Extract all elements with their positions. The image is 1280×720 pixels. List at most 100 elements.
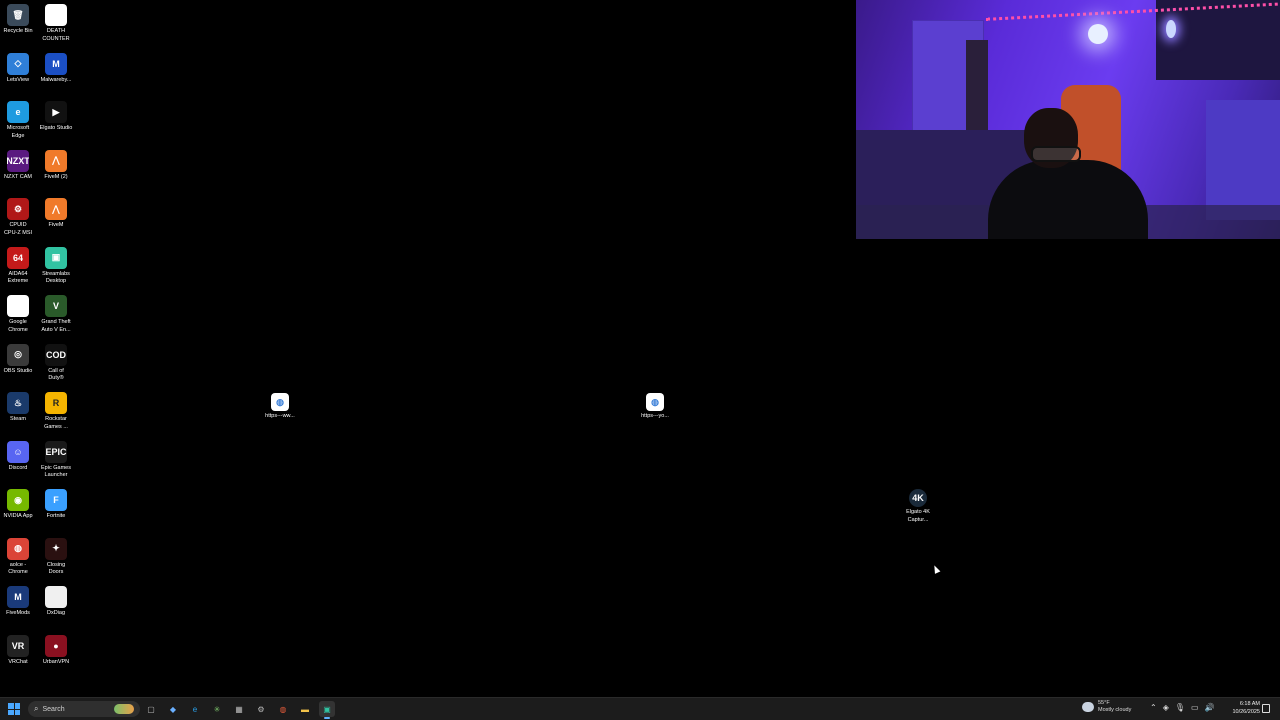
taskbar-settings-icon[interactable]: ⚙ <box>253 701 269 717</box>
taskbar-store-icon[interactable]: ▦ <box>231 701 247 717</box>
app-icon: ▶ <box>45 101 67 123</box>
app-icon: NZXT <box>7 149 29 172</box>
clock[interactable]: 6:18 AM 10/26/2025 <box>1224 700 1260 716</box>
clock-time: 6:18 AM <box>1239 701 1260 707</box>
taskbar-search[interactable]: ⌕ Search <box>28 701 140 717</box>
desktop-icon-label: Elgato Studio <box>39 125 73 131</box>
shortcut-icon: 4K <box>909 489 927 507</box>
desktop-icon[interactable]: M FiveMods <box>0 586 38 618</box>
desktop-icon-label: UrbanVPN <box>42 658 70 665</box>
taskbar-copilot-icon[interactable]: ◆ <box>165 701 181 717</box>
app-icon: R <box>45 392 67 414</box>
desktop-icon[interactable]: M Malwareby... <box>36 52 76 85</box>
desktop-icon-label: DEATH COUNTER <box>42 28 70 42</box>
desktop-icon[interactable]: COD Call of Duty® <box>36 343 76 383</box>
app-icon: ♨ <box>7 392 29 414</box>
shortcut-icon: ◍ <box>646 393 664 411</box>
clock-date: 10/26/2025 <box>1232 709 1260 715</box>
desktop-shortcut[interactable]: ◍ https---yo... <box>635 393 675 421</box>
desktop-icon-label: NVIDIA App <box>3 513 33 519</box>
desktop-icon[interactable]: ● UrbanVPN <box>36 634 76 667</box>
desktop-icon[interactable]: NZXT NZXT CAM <box>0 149 38 182</box>
desktop-icon[interactable]: F Fortnite <box>36 489 76 521</box>
desktop-icon[interactable]: ◍ aolce - Chrome <box>0 537 38 577</box>
app-icon: ⋀ <box>45 149 67 172</box>
desktop-icon[interactable]: ◇ LetsView <box>0 52 38 85</box>
display-icon[interactable]: ▭ <box>1191 703 1199 712</box>
desktop-icon-label: Malwareby... <box>40 76 72 83</box>
desktop-icon-label: Fortnite <box>46 513 66 519</box>
desktop-icon-label: Grand Theft Auto V En... <box>41 319 71 333</box>
desktop-icon-label: VRChat <box>8 658 28 665</box>
desktop-icon-label: Epic Games Launcher <box>41 464 71 479</box>
desktop-icon[interactable]: V Grand Theft Auto V En... <box>36 295 76 334</box>
mouse-cursor <box>931 564 941 574</box>
desktop-icon-label: Closing Doors <box>46 561 66 576</box>
start-button[interactable] <box>8 703 20 715</box>
app-icon <box>45 586 67 608</box>
app-icon: ✦ <box>45 537 67 560</box>
desktop-icon-label: Steam <box>10 416 26 422</box>
desktop-icon[interactable]: ▣ Streamlabs Desktop <box>36 246 76 286</box>
notification-icon[interactable] <box>1262 704 1270 713</box>
desktop-icon[interactable]: ⋀ FiveM (2) <box>36 149 76 182</box>
desktop-icon[interactable]: 🗑 Recycle Bin <box>0 4 38 36</box>
app-icon: EPIC <box>45 440 67 463</box>
desktop-icon-label: FiveM <box>48 222 64 228</box>
taskbar-edge-icon[interactable]: e <box>187 701 203 717</box>
weather-widget[interactable]: 55°F Mostly cloudy <box>1082 700 1131 714</box>
desktop-icon[interactable]: ⚙ CPUID CPU-Z MSI <box>0 198 38 237</box>
app-icon: ⚙ <box>7 198 29 220</box>
taskbar-task-view-icon[interactable]: ▢ <box>143 701 159 717</box>
tray-app-icon[interactable]: ◈ <box>1163 703 1169 712</box>
app-icon: e <box>7 101 29 123</box>
app-icon: ☺ <box>7 440 29 463</box>
desktop-icon-label: FiveM (2) <box>44 173 68 180</box>
desktop-icon[interactable]: ⋀ FiveM <box>36 198 76 230</box>
desktop-icon-label: OBS Studio <box>3 367 33 374</box>
taskbar-app-green-icon[interactable]: ✳ <box>209 701 225 717</box>
app-icon: ◎ <box>7 343 29 366</box>
taskbar-file-explorer-icon[interactable]: ▬ <box>297 701 313 717</box>
app-icon: 64 <box>7 246 29 269</box>
desktop-shortcut[interactable]: 4K Elgato 4K Captur... <box>898 489 938 524</box>
desktop-icon[interactable]: ♨ Steam <box>0 392 38 424</box>
weather-temp: 55°F <box>1098 700 1110 706</box>
desktop-icon[interactable]: Google Chrome <box>0 295 38 334</box>
taskbar-streamlabs-icon[interactable]: ▣ <box>319 701 335 719</box>
desktop-icon[interactable]: ☺ Discord <box>0 440 38 473</box>
desktop-icon[interactable]: VR VRChat <box>0 634 38 667</box>
desktop-icon[interactable]: ◎ OBS Studio <box>0 343 38 376</box>
desktop-icon-label: Discord <box>8 464 28 471</box>
app-icon: VR <box>7 634 29 657</box>
shortcut-label: Elgato 4K Captur... <box>906 509 930 523</box>
chevron-up-icon[interactable]: ⌃ <box>1150 703 1157 712</box>
desktop-icon[interactable]: ▶ Elgato Studio <box>36 101 76 133</box>
app-icon: COD <box>45 343 67 366</box>
app-icon: V <box>45 295 67 317</box>
taskbar-chrome-icon[interactable]: ◍ <box>275 701 291 717</box>
volume-icon[interactable]: 🔊 <box>1205 703 1215 712</box>
webcam-overlay <box>856 0 1280 239</box>
shortcut-label: https---yo... <box>641 413 669 419</box>
desktop-icon-label: Recycle Bin <box>3 28 33 34</box>
desktop-icon[interactable]: EPIC Epic Games Launcher <box>36 440 76 480</box>
desktop-icon[interactable]: ✦ Closing Doors <box>36 537 76 577</box>
desktop-shortcut[interactable]: ◍ https---ww... <box>260 393 300 421</box>
search-placeholder: Search <box>42 705 65 713</box>
desktop-icon[interactable]: e Microsoft Edge <box>0 101 38 140</box>
desktop[interactable]: 🗑 Recycle Bin DEATH COUNTER ◇ LetsView M Malwa… <box>0 0 1280 697</box>
desktop-icon-label: Call of Duty® <box>48 367 64 382</box>
desktop-icon[interactable]: ◉ NVIDIA App <box>0 489 38 521</box>
weather-desc: Mostly cloudy <box>1098 707 1132 713</box>
desktop-icon-label: DxDiag <box>46 610 66 616</box>
desktop-icon[interactable]: 64 AIDA64 Extreme <box>0 246 38 286</box>
desktop-icon-label: CPUID CPU-Z MSI <box>3 222 33 236</box>
app-icon: ◉ <box>7 489 29 511</box>
microphone-icon[interactable]: 🎙 <box>1175 703 1185 712</box>
desktop-icon-label: FiveMods <box>6 610 30 616</box>
desktop-icon[interactable]: R Rockstar Games ... <box>36 392 76 431</box>
desktop-icon-label: Rockstar Games ... <box>44 416 68 430</box>
desktop-icon[interactable]: DxDiag <box>36 586 76 618</box>
desktop-icon[interactable]: DEATH COUNTER <box>36 4 76 43</box>
